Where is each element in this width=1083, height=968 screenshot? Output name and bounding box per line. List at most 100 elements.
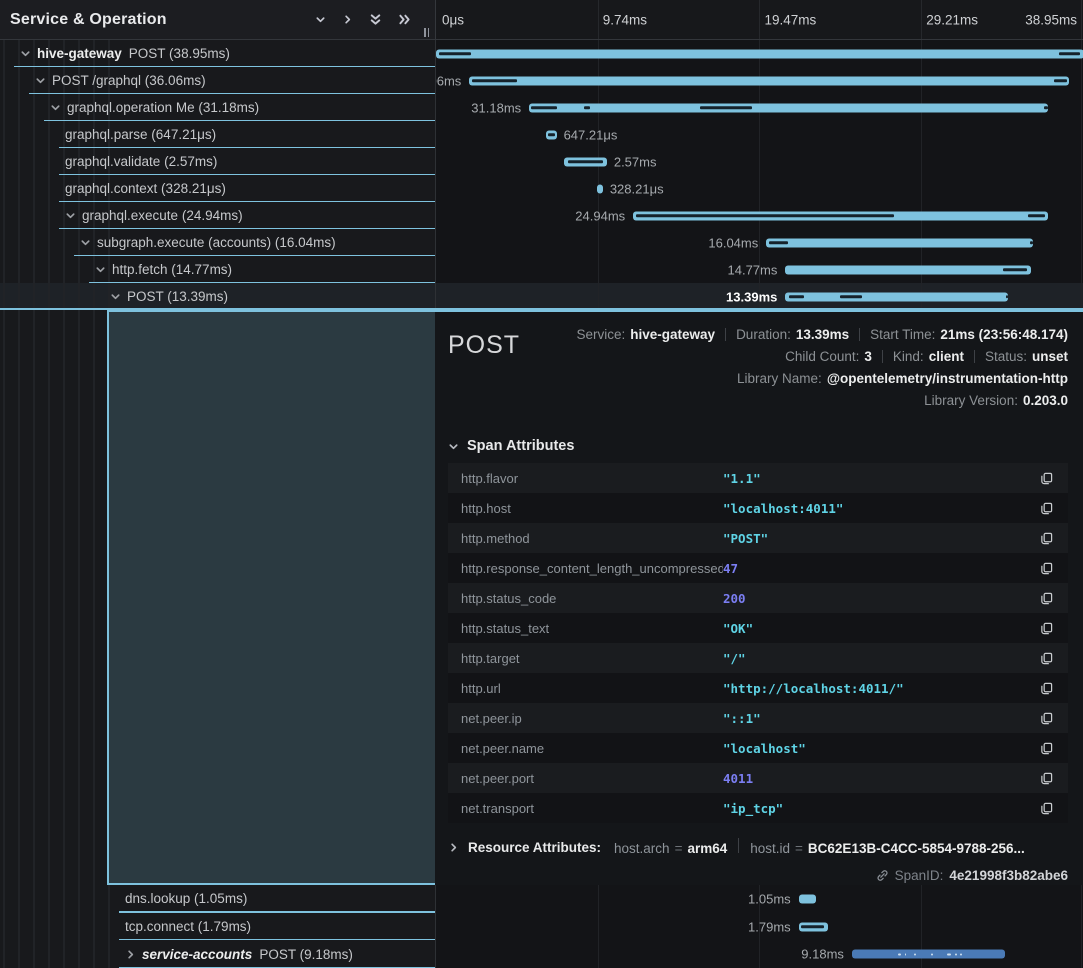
span-name-cell[interactable]: service-accountsPOST (9.18ms) [0,940,435,968]
span-attributes-toggle[interactable]: Span Attributes [448,438,1068,454]
span-name-cell[interactable]: graphql.execute (24.94ms) [0,202,435,229]
copy-icon[interactable] [1038,710,1055,727]
span-duration-label: 2.57ms [614,154,657,169]
meta-label: Library Version: [924,393,1018,408]
copy-icon[interactable] [1038,620,1055,637]
span-name-cell[interactable]: tcp.connect (1.79ms) [0,913,435,941]
copy-icon[interactable] [1038,500,1055,517]
span-name-cell[interactable]: hive-gatewayPOST (38.95ms) [0,40,435,67]
chevron-right-icon[interactable] [448,842,459,853]
span-bar[interactable] [852,950,1005,959]
chevron-down-icon[interactable] [65,210,76,221]
attribute-key: net.peer.ip [461,711,723,726]
expand-one-icon[interactable] [342,14,353,25]
meta-value: 3 [864,349,872,364]
chevron-down-icon[interactable] [35,75,46,86]
child-span-tick [801,925,824,928]
span-meta: Service:hive-gatewayDuration:13.39msStar… [576,324,1068,412]
copy-icon[interactable] [1038,560,1055,577]
span-meta-line: Child Count:3Kind:clientStatus:unset [576,346,1068,368]
waterfall-cell: 36.06ms [435,67,1083,94]
span-row-dns-lookup-1-05ms[interactable]: dns.lookup (1.05ms)1.05ms [0,885,1083,913]
span-bar[interactable] [597,184,602,193]
span-row-tcp-connect-1-79ms[interactable]: tcp.connect (1.79ms)1.79ms [0,913,1083,941]
span-row-post-graphql-36-06ms[interactable]: POST /graphql (36.06ms)36.06ms [0,67,1083,94]
chevron-right-icon[interactable] [125,949,136,960]
copy-icon[interactable] [1038,530,1055,547]
timeline-header: 0μs 9.74ms 19.47ms 29.21ms 38.95ms [435,0,1083,39]
span-bar[interactable] [529,103,1048,112]
span-detail-left-gutter [0,310,435,885]
span-row-graphql-operation-me-31-18ms[interactable]: graphql.operation Me (31.18ms)31.18ms [0,94,1083,121]
panel-resize-handle[interactable] [424,28,429,37]
span-bar[interactable] [766,238,1033,247]
span-name-cell[interactable]: graphql.context (328.21μs) [0,175,435,202]
attribute-row-http-status-code: http.status_code200 [448,583,1068,613]
span-name-cell[interactable]: subgraph.execute (accounts) (16.04ms) [0,229,435,256]
span-row-post-13-39ms[interactable]: POST (13.39ms)13.39ms [0,283,1083,310]
chevron-down-icon[interactable] [448,441,459,452]
resource-attributes-items: host.arch=arm64host.id=BC62E13B-C4CC-585… [614,838,1025,856]
chevron-down-icon[interactable] [80,237,91,248]
span-bar[interactable] [469,76,1069,85]
span-name-cell[interactable]: graphql.parse (647.21μs) [0,121,435,148]
attribute-key: http.method [461,531,723,546]
span-bar[interactable] [799,922,829,931]
span-bar[interactable] [785,292,1008,301]
span-duration-label: 9.18ms [801,947,844,962]
chevron-down-icon[interactable] [50,102,61,113]
span-row-http-fetch-14-77ms[interactable]: http.fetch (14.77ms)14.77ms [0,256,1083,283]
span-row-graphql-execute-24-94ms[interactable]: graphql.execute (24.94ms)24.94ms [0,202,1083,229]
span-row-hive-gateway-post-38-95ms[interactable]: hive-gatewayPOST (38.95ms)38.95ms [0,40,1083,67]
child-span-tick [955,953,957,955]
span-detail-header: POST Service:hive-gatewayDuration:13.39m… [448,324,1068,412]
span-duration-label: 647.21μs [564,127,618,142]
copy-icon[interactable] [1038,470,1055,487]
meta-value: @opentelemetry/instrumentation-http [827,371,1068,386]
attribute-key: net.peer.port [461,771,723,786]
span-bar[interactable] [785,265,1031,274]
link-icon[interactable] [876,869,889,882]
span-bar[interactable] [564,157,607,166]
span-name-cell[interactable]: POST (13.39ms) [0,283,435,310]
attribute-key: http.response_content_length_uncompresse… [461,561,723,576]
span-bar[interactable] [546,130,557,139]
chevron-down-icon[interactable] [95,264,106,275]
chevron-down-icon[interactable] [20,48,31,59]
chevron-down-icon[interactable] [110,291,121,302]
attribute-row-net-transport: net.transport"ip_tcp" [448,793,1068,823]
resource-attributes-row[interactable]: Resource Attributes: host.arch=arm64host… [448,838,1068,856]
child-span-tick [898,953,901,955]
span-row-service-accounts-post-9-18ms[interactable]: service-accountsPOST (9.18ms) 9.18ms [0,940,1083,968]
span-bar[interactable] [799,894,816,903]
copy-icon[interactable] [1038,770,1055,787]
copy-icon[interactable] [1038,740,1055,757]
expand-all-icon[interactable] [398,13,411,26]
span-name-cell[interactable]: graphql.validate (2.57ms) [0,148,435,175]
copy-icon[interactable] [1038,590,1055,607]
span-name-cell[interactable]: graphql.operation Me (31.18ms) [0,94,435,121]
timeline-tick: 19.47ms [760,12,817,27]
span-row-graphql-validate-2-57ms[interactable]: graphql.validate (2.57ms) 2.57ms [0,148,1083,175]
meta-label: Child Count: [785,349,859,364]
span-row-subgraph-execute-accounts-16-04ms[interactable]: subgraph.execute (accounts) (16.04ms)16.… [0,229,1083,256]
trace-viewer: Service & Operation 0μs 9.74ms 19.47ms 2… [0,0,1083,968]
span-bar[interactable] [633,211,1048,220]
span-row-graphql-context-328-21-s[interactable]: graphql.context (328.21μs)328.21μs [0,175,1083,202]
span-name-cell[interactable]: http.fetch (14.77ms) [0,256,435,283]
collapse-one-icon[interactable] [315,14,326,25]
span-row-graphql-parse-647-21-s[interactable]: graphql.parse (647.21μs) 647.21μs [0,121,1083,148]
attribute-value: 4011 [723,771,753,786]
collapse-all-icon[interactable] [369,13,382,26]
child-span-tick [636,214,893,217]
meta-value: hive-gateway [630,327,715,342]
child-span-tick [947,953,950,955]
span-name-cell[interactable]: dns.lookup (1.05ms) [0,885,435,913]
tree-controls [315,13,425,26]
copy-icon[interactable] [1038,800,1055,817]
span-name-cell[interactable]: POST /graphql (36.06ms) [0,67,435,94]
copy-icon[interactable] [1038,680,1055,697]
copy-icon[interactable] [1038,650,1055,667]
span-bar[interactable] [436,49,1083,58]
span-id-value: 4e21998f3b82abe6 [949,868,1068,883]
